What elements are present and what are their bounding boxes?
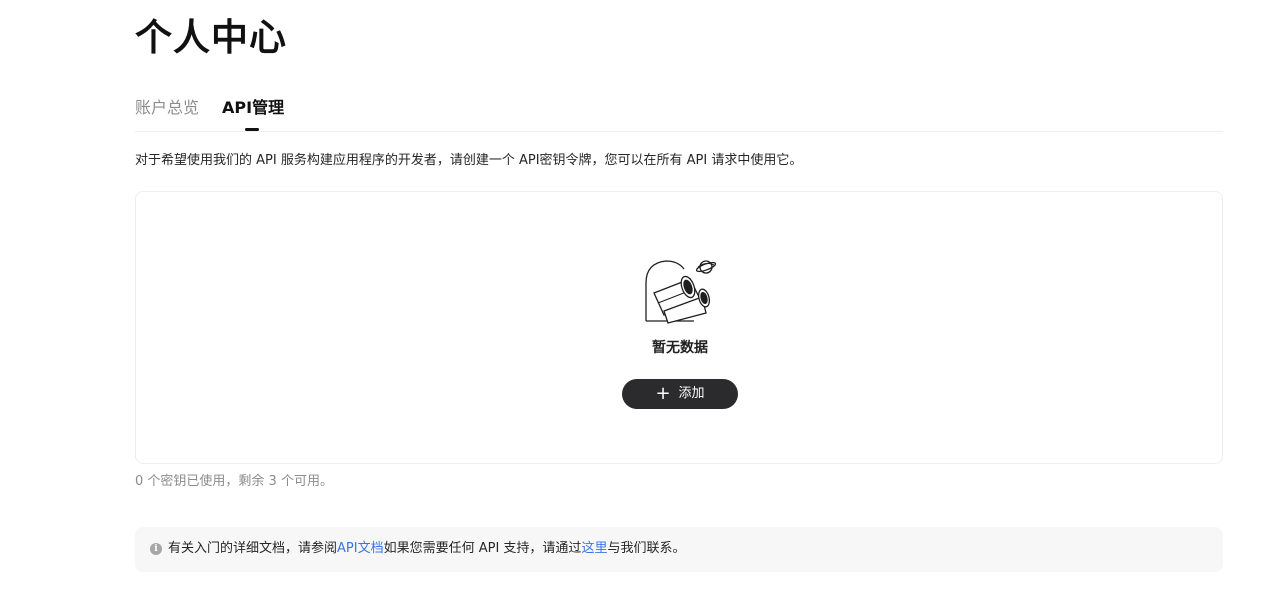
add-api-key-button[interactable]: + 添加 xyxy=(622,379,738,409)
api-docs-link[interactable]: API文档 xyxy=(337,539,384,559)
info-content: i 有关入门的详细文档，请参阅 API文档 如果您需要任何 API 支持，请通过… xyxy=(150,539,685,559)
binoculars-planet-illustration xyxy=(645,260,717,324)
tab-bar: 账户总览 API管理 xyxy=(135,96,1223,132)
add-button-label: 添加 xyxy=(678,386,705,401)
info-text-middle: 如果您需要任何 API 支持，请通过 xyxy=(383,541,582,556)
info-text-after: 与我们联系。 xyxy=(607,541,686,556)
tab-account-overview[interactable]: 账户总览 xyxy=(135,96,199,120)
page-container: 个人中心 账户总览 API管理 对于希望使用我们的 API 服务构建应用程序的开… xyxy=(135,0,1223,613)
active-tab-indicator xyxy=(245,128,259,131)
plus-icon: + xyxy=(655,383,671,404)
key-usage-text: 0 个密钥已使用，剩余 3 个可用。 xyxy=(135,474,333,489)
empty-state-text: 暂无数据 xyxy=(652,340,708,356)
contact-here-link[interactable]: 这里 xyxy=(581,539,607,559)
page-title: 个人中心 xyxy=(135,16,287,59)
api-description: 对于希望使用我们的 API 服务构建应用程序的开发者，请创建一个 API密钥令牌… xyxy=(135,153,803,168)
info-text-before: 有关入门的详细文档，请参阅 xyxy=(168,541,338,556)
info-icon: i xyxy=(150,543,162,555)
api-keys-empty-card: 暂无数据 + 添加 xyxy=(135,191,1223,464)
info-banner: i 有关入门的详细文档，请参阅 API文档 如果您需要任何 API 支持，请通过… xyxy=(135,527,1223,572)
tab-api-management[interactable]: API管理 xyxy=(222,96,284,120)
